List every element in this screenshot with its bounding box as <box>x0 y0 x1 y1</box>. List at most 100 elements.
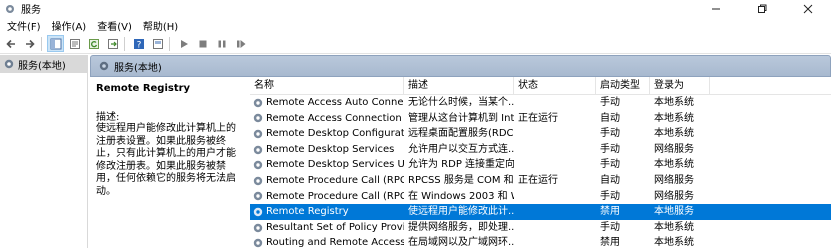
minimize-button[interactable] <box>693 0 739 17</box>
service-gear-icon <box>253 160 263 170</box>
service-log-on-as: 本地系统 <box>654 112 694 124</box>
properties-button[interactable] <box>66 35 83 52</box>
description-text: 使远程用户能修改此计算机上的注册表设置。如果此服务被终止，只有此计算机上的用户才… <box>96 123 236 197</box>
view-button[interactable] <box>149 35 166 52</box>
services-gear-icon <box>4 59 14 69</box>
service-description: RPCSS 服务是 COM 和 ... <box>408 174 514 186</box>
column-header-name[interactable]: 名称 <box>250 76 404 95</box>
tree-item-services-local[interactable]: 服务(本地) <box>0 55 87 73</box>
service-name-cell[interactable]: Remote Access Auto Connection... <box>250 95 404 111</box>
service-log-on-as: 网络服务 <box>654 174 694 186</box>
back-button[interactable] <box>2 35 19 52</box>
table-row[interactable]: Remote Registry 使远程用户能修改此计... 禁用 本地服务 <box>250 204 831 220</box>
menu-view[interactable]: 查看(V) <box>93 18 136 33</box>
back-arrow-icon <box>5 39 15 48</box>
table-row[interactable]: Remote Desktop Services UserM... 允许为 RDP … <box>250 157 831 173</box>
service-name-cell[interactable]: Remote Registry <box>250 204 404 220</box>
table-row[interactable]: Routing and Remote Access 在局域网以及广域网环... 禁用… <box>250 235 831 248</box>
help-icon: ? <box>133 38 144 50</box>
window-title: 服务 <box>21 5 41 16</box>
service-name-cell[interactable]: Remote Procedure Call (RPC) Lo... <box>250 189 404 205</box>
service-gear-icon <box>253 129 263 139</box>
service-name: Remote Desktop Services UserM... <box>266 159 404 171</box>
service-log-on-as: 本地系统 <box>654 97 694 108</box>
service-startup-type: 手动 <box>600 190 620 202</box>
service-log-on-as: 本地服务 <box>654 206 694 218</box>
toolbar: ? <box>0 34 831 54</box>
table-row[interactable]: Remote Procedure Call (RPC) RPCSS 服务是 COM… <box>250 173 831 189</box>
table-row[interactable]: Remote Access Connection Man... 管理从这台计算机到… <box>250 111 831 127</box>
description-label: 描述: <box>96 112 120 123</box>
service-name-cell[interactable]: Routing and Remote Access <box>250 235 404 248</box>
service-startup-type: 手动 <box>600 159 620 171</box>
service-startup-type: 自动 <box>600 174 620 186</box>
service-status <box>514 189 596 205</box>
service-status <box>514 157 596 173</box>
pause-service-button[interactable] <box>213 35 230 52</box>
maximize-button[interactable] <box>739 0 785 17</box>
service-status <box>514 142 596 158</box>
table-header: 名称 描述 状态 启动类型 登录为 <box>250 76 831 95</box>
service-startup-type: 手动 <box>600 97 620 108</box>
close-button[interactable] <box>785 0 831 17</box>
service-name-cell[interactable]: Remote Desktop Services <box>250 142 404 158</box>
service-gear-icon <box>253 176 263 185</box>
service-name: Resultant Set of Policy Provider <box>266 221 404 233</box>
service-startup-type: 自动 <box>600 112 620 124</box>
selected-service-name: Remote Registry <box>96 83 191 94</box>
table-row[interactable]: Remote Desktop Configuration 远程桌面配置服务(RDC… <box>250 126 831 142</box>
service-name-cell[interactable]: Remote Procedure Call (RPC) <box>250 173 404 189</box>
table-row[interactable]: Remote Access Auto Connection... 无论什么时候，当… <box>250 95 831 111</box>
service-name: Remote Procedure Call (RPC) Lo... <box>266 190 404 202</box>
column-header-startup-type[interactable]: 启动类型 <box>596 76 650 95</box>
pause-icon <box>218 40 225 47</box>
service-log-on-as: 本地系统 <box>654 128 694 140</box>
table-row[interactable]: Remote Desktop Services 允许用户以交互方式连... 手动 网络… <box>250 142 831 158</box>
column-header-description[interactable]: 描述 <box>404 76 514 95</box>
console-tree-button[interactable] <box>47 35 64 52</box>
menu-help[interactable]: 帮助(H) <box>139 18 182 33</box>
maximize-icon <box>758 4 767 13</box>
export-button[interactable] <box>104 35 121 52</box>
svg-text:?: ? <box>136 40 141 50</box>
services-panel: 服务(本地) Remote Registry 描述: 使远程用户能修改此计算机上… <box>90 55 831 248</box>
table-body: Remote Access Auto Connection... 无论什么时候，当… <box>250 95 831 248</box>
service-name: Remote Access Connection Man... <box>266 112 404 124</box>
service-gear-icon <box>253 223 263 232</box>
description-pane: Remote Registry 描述: 使远程用户能修改此计算机上的注册表设置。… <box>90 77 250 248</box>
close-icon <box>803 4 813 13</box>
column-header-log-on-as[interactable]: 登录为 <box>650 76 710 95</box>
column-header-status[interactable]: 状态 <box>514 76 596 95</box>
service-log-on-as: 本地系统 <box>654 237 694 248</box>
help-button[interactable]: ? <box>130 35 147 52</box>
refresh-button[interactable] <box>85 35 102 52</box>
restart-service-button[interactable] <box>232 35 249 52</box>
menu-action[interactable]: 操作(A) <box>48 18 91 33</box>
service-name-cell[interactable]: Remote Access Connection Man... <box>250 111 404 127</box>
service-description: 远程桌面配置服务(RDC... <box>408 128 514 140</box>
minimize-icon <box>712 8 720 9</box>
forward-button[interactable] <box>21 35 38 52</box>
menu-file[interactable]: 文件(F) <box>3 18 45 33</box>
table-row[interactable]: Resultant Set of Policy Provider 提供网络服务，即… <box>250 220 831 236</box>
service-description: 在局域网以及广域网环... <box>408 237 514 248</box>
toolbar-separator <box>169 36 170 51</box>
service-status: 正在运行 <box>518 174 558 186</box>
service-name: Remote Registry <box>266 206 349 218</box>
service-name-cell[interactable]: Remote Desktop Services UserM... <box>250 157 404 173</box>
service-name-cell[interactable]: Remote Desktop Configuration <box>250 126 404 142</box>
restart-icon <box>236 39 245 48</box>
service-name: Remote Access Auto Connection... <box>266 97 404 108</box>
table-row[interactable]: Remote Procedure Call (RPC) Lo... 在 Windo… <box>250 189 831 205</box>
service-name: Remote Procedure Call (RPC) <box>266 174 404 186</box>
properties-icon <box>69 38 80 49</box>
service-status <box>514 220 596 236</box>
service-name-cell[interactable]: Resultant Set of Policy Provider <box>250 220 404 236</box>
service-status <box>514 95 596 111</box>
service-startup-type: 禁用 <box>600 206 620 218</box>
stop-service-button[interactable] <box>194 35 211 52</box>
service-gear-icon <box>253 238 263 248</box>
start-service-button[interactable] <box>175 35 192 52</box>
service-description: 使远程用户能修改此计... <box>408 206 514 218</box>
services-gear-icon <box>99 61 109 71</box>
